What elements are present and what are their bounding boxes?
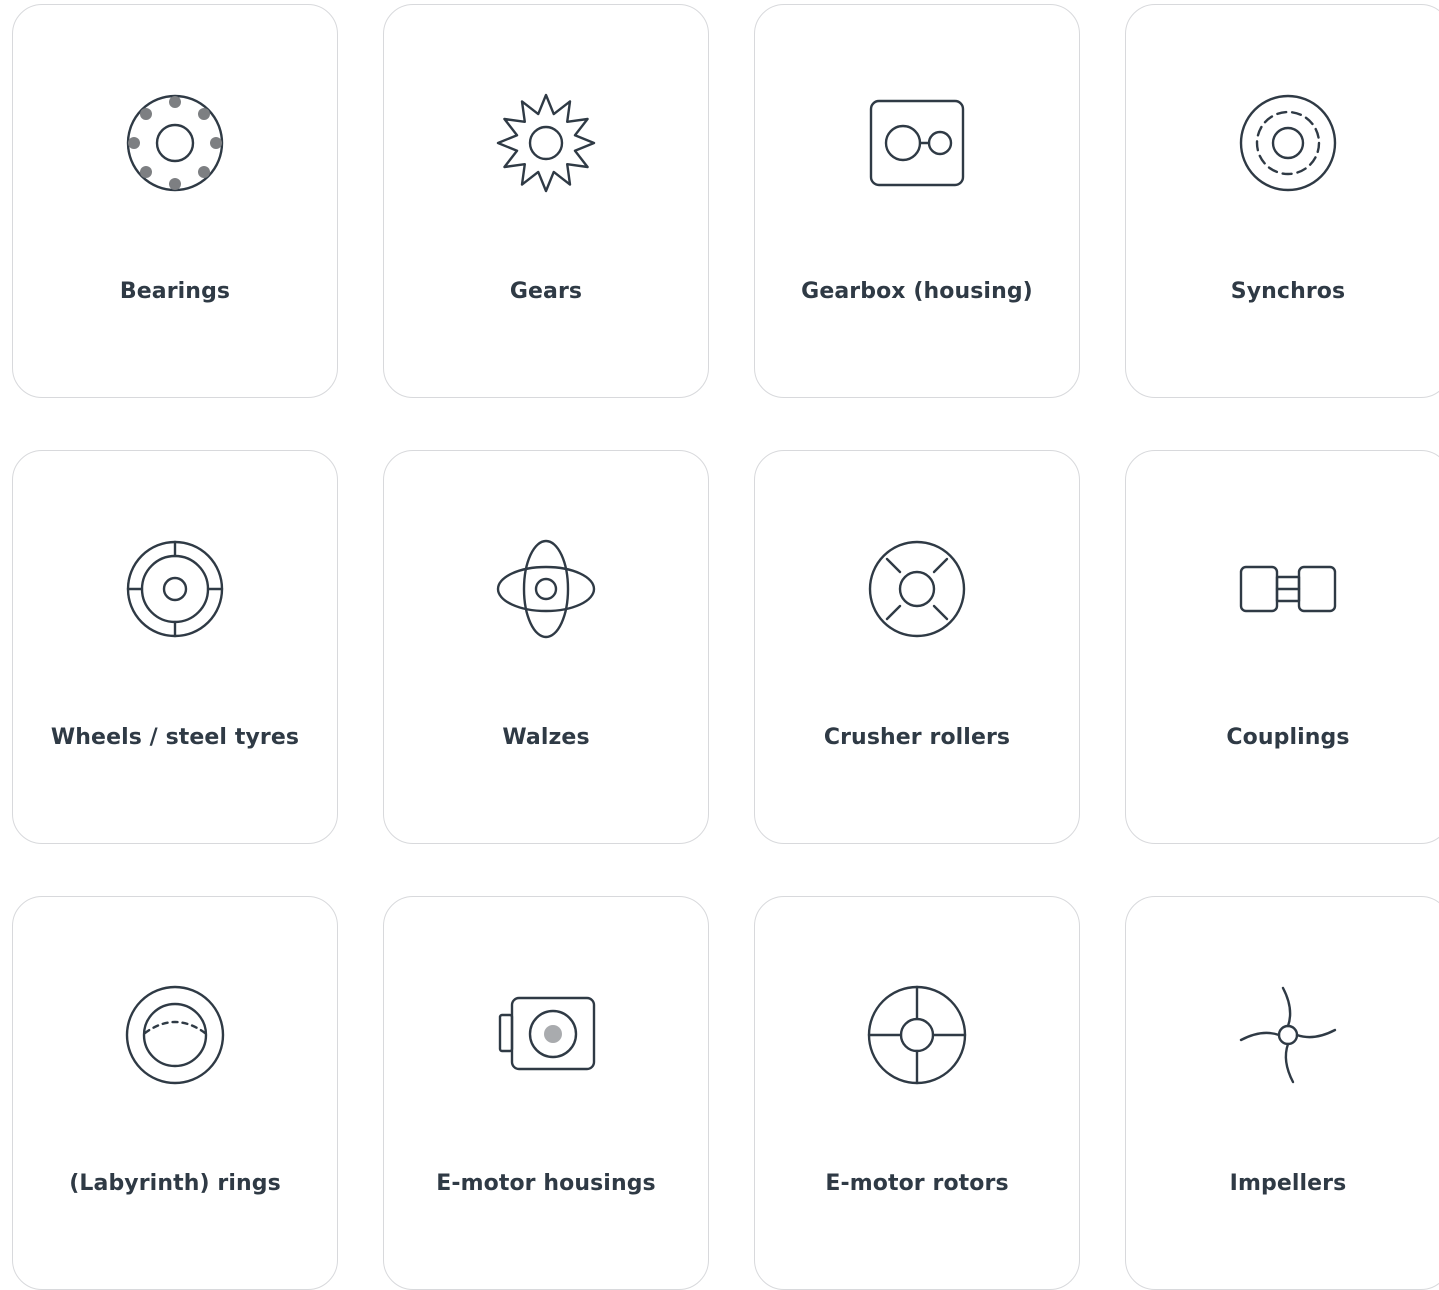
- bearing-icon: [125, 93, 225, 193]
- labyrinth-ring-icon: [125, 985, 225, 1085]
- product-card-grid: Bearings Gears Gearbox (housing) Synchro…: [12, 4, 1439, 1290]
- card-synchros[interactable]: Synchros: [1125, 4, 1439, 398]
- card-label: Gearbox (housing): [801, 279, 1033, 304]
- card-label: Bearings: [119, 279, 231, 304]
- impeller-icon: [1238, 985, 1338, 1085]
- card-wheels-steel-tyres[interactable]: Wheels / steel tyres: [12, 450, 338, 844]
- card-label: Couplings: [1226, 725, 1350, 750]
- card-e-motor-rotors[interactable]: E-motor rotors: [754, 896, 1080, 1290]
- card-couplings[interactable]: Couplings: [1125, 450, 1439, 844]
- card-label: Walzes: [502, 725, 590, 750]
- card-gears[interactable]: Gears: [383, 4, 709, 398]
- walze-icon: [496, 539, 596, 639]
- gearbox-housing-icon: [867, 93, 967, 193]
- card-label: E-motor housings: [436, 1171, 656, 1196]
- card-labyrinth-rings[interactable]: (Labyrinth) rings: [12, 896, 338, 1290]
- card-e-motor-housings[interactable]: E-motor housings: [383, 896, 709, 1290]
- card-crusher-rollers[interactable]: Crusher rollers: [754, 450, 1080, 844]
- card-label: Impellers: [1229, 1171, 1347, 1196]
- card-gearbox-housing[interactable]: Gearbox (housing): [754, 4, 1080, 398]
- gear-icon: [496, 93, 596, 193]
- card-label: Gears: [509, 279, 583, 304]
- crusher-roller-icon: [867, 539, 967, 639]
- coupling-icon: [1238, 539, 1338, 639]
- card-walzes[interactable]: Walzes: [383, 450, 709, 844]
- card-label: Synchros: [1230, 279, 1346, 304]
- card-label: Crusher rollers: [823, 725, 1011, 750]
- synchro-icon: [1238, 93, 1338, 193]
- card-label: (Labyrinth) rings: [69, 1171, 281, 1196]
- card-label: Wheels / steel tyres: [50, 725, 300, 750]
- e-motor-housing-icon: [496, 985, 596, 1085]
- card-impellers[interactable]: Impellers: [1125, 896, 1439, 1290]
- card-label: E-motor rotors: [825, 1171, 1009, 1196]
- e-motor-rotor-icon: [867, 985, 967, 1085]
- card-bearings[interactable]: Bearings: [12, 4, 338, 398]
- wheel-icon: [125, 539, 225, 639]
